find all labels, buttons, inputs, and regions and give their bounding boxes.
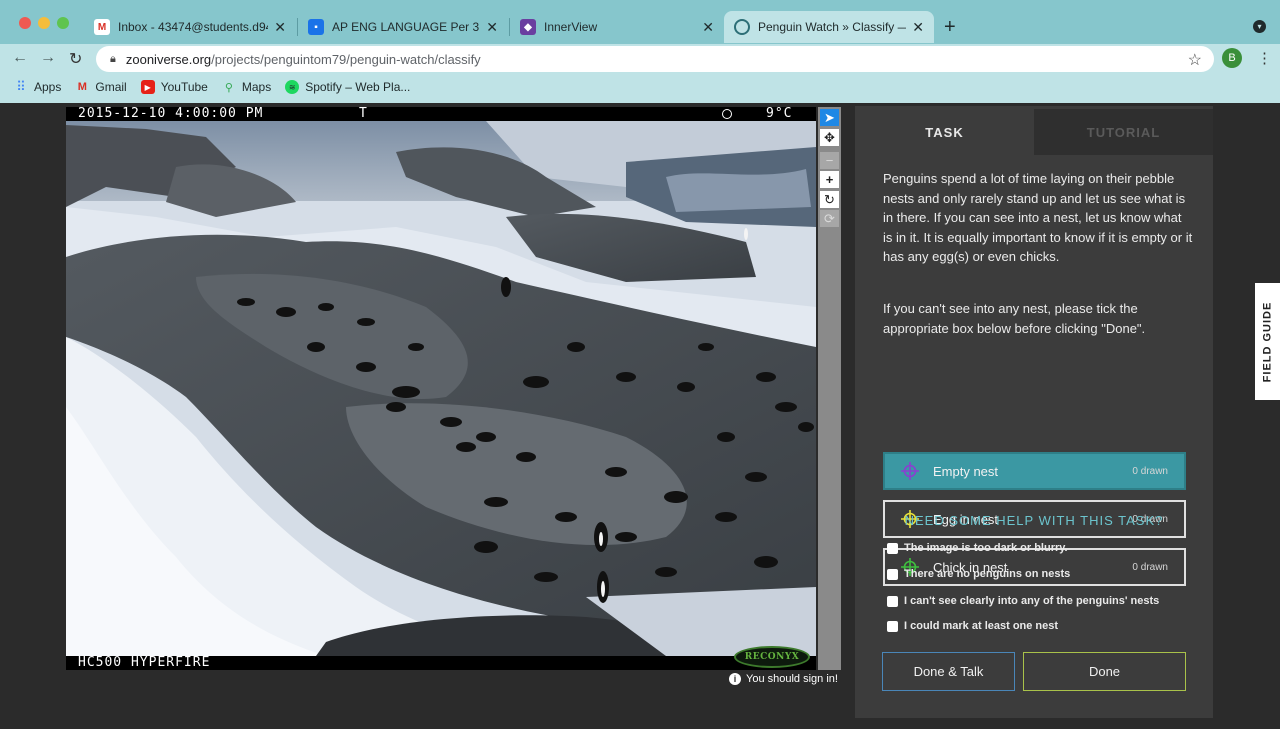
innerview-icon: ◆: [520, 19, 536, 35]
checkbox-marked-nest[interactable]: I could mark at least one nest: [887, 620, 1058, 632]
image-toolbar: ➤ ✥ − + ↻ ⟳: [818, 107, 841, 670]
field-guide-label: FIELD GUIDE: [1261, 301, 1274, 382]
bookmark-maps[interactable]: ⚲ Maps: [222, 80, 271, 94]
youtube-icon: ▶: [140, 80, 155, 94]
chrome-menu-dot-icon[interactable]: ▾: [1253, 20, 1266, 33]
crosshair-purple-icon: [901, 462, 919, 480]
address-bar[interactable]: 🔒︎ zooniverse.org/projects/penguintom79/…: [96, 46, 1214, 72]
bookmark-label: Gmail: [95, 80, 127, 94]
bookmark-youtube[interactable]: ▶ YouTube: [140, 80, 208, 94]
browser-tab-gmail[interactable]: M Inbox - 43474@students.d94. ✕: [84, 11, 296, 43]
thermometer-mark: T: [359, 107, 368, 121]
capture-temperature: 9°C: [766, 107, 793, 121]
url-host: zooniverse.org: [125, 51, 212, 67]
close-icon[interactable]: ✕: [274, 19, 286, 36]
zoom-in-icon[interactable]: +: [820, 171, 839, 188]
choice-count: 0 drawn: [1132, 561, 1168, 573]
spotify-icon: ≋: [285, 80, 300, 94]
checkbox[interactable]: [887, 620, 898, 632]
checkbox[interactable]: [887, 595, 898, 607]
checkbox-no-penguins[interactable]: There are no penguins on nests: [887, 568, 1070, 580]
bookmark-spotify[interactable]: ≋ Spotify – Web Pla...: [285, 80, 410, 94]
tab-title: Penguin Watch » Classify — Zo: [758, 20, 906, 34]
checkbox[interactable]: [887, 568, 898, 580]
checkbox-label: I could mark at least one nest: [904, 620, 1059, 632]
gmail-icon: M: [94, 19, 110, 35]
bookmarks-bar: ⠿ Apps M Gmail ▶ YouTube ⚲ Maps ≋ Spotif…: [0, 76, 410, 98]
reload-icon[interactable]: ↻: [69, 49, 82, 69]
camera-model-bar: HC500 HYPERFIRE: [66, 656, 816, 670]
close-icon[interactable]: ✕: [702, 19, 714, 36]
sign-in-text: You should sign in!: [746, 673, 838, 685]
done-and-talk-button[interactable]: Done & Talk: [882, 652, 1015, 691]
more-menu-icon[interactable]: ⋮: [1257, 49, 1272, 67]
close-icon[interactable]: ✕: [912, 19, 924, 36]
tab-strip: M Inbox - 43474@students.d94. ✕ ▪ AP ENG…: [0, 0, 1280, 44]
bookmark-label: Spotify – Web Pla...: [305, 80, 411, 94]
browser-tab-classroom[interactable]: ▪ AP ENG LANGUAGE Per 3 ✕: [298, 11, 508, 43]
browser-tab-innerview[interactable]: ◆ InnerView ✕: [510, 11, 724, 43]
lock-icon: 🔒︎: [110, 52, 116, 65]
choice-count: 0 drawn: [1132, 465, 1168, 477]
done-button[interactable]: Done: [1023, 652, 1186, 691]
tab-title: InnerView: [544, 20, 598, 34]
bookmark-apps[interactable]: ⠿ Apps: [14, 79, 62, 94]
classroom-icon: ▪: [308, 19, 324, 35]
checkbox-too-dark[interactable]: The image is too dark or blurry.: [887, 542, 1068, 554]
bookmark-label: Apps: [34, 80, 62, 94]
window-minimize-button[interactable]: [38, 17, 50, 29]
gmail-icon: M: [77, 81, 87, 93]
camera-info-bar: 2015-12-10 4:00:00 PM T 9°C: [66, 107, 816, 121]
new-tab-button[interactable]: +: [944, 16, 956, 39]
checkbox-label: The image is too dark or blurry.: [904, 542, 1068, 554]
url-path: /projects/penguintom79/penguin-watch/cla…: [211, 51, 481, 67]
apps-grid-icon: ⠿: [16, 79, 26, 94]
panel-tabs: TASK TUTORIAL: [855, 109, 1213, 155]
capture-datetime: 2015-12-10 4:00:00 PM: [78, 107, 264, 121]
checkbox-label: There are no penguins on nests: [904, 568, 1071, 580]
maps-icon: ⚲: [224, 81, 233, 94]
browser-tab-penguin-watch[interactable]: Penguin Watch » Classify — Zo ✕: [724, 11, 934, 43]
task-instructions: Penguins spend a lot of time laying on t…: [883, 171, 1193, 264]
task-panel: TASK TUTORIAL Penguins spend a lot of ti…: [855, 106, 1213, 718]
browser-chrome: M Inbox - 43474@students.d94. ✕ ▪ AP ENG…: [0, 0, 1280, 103]
field-guide-tab[interactable]: FIELD GUIDE: [1255, 283, 1280, 400]
bookmark-star-icon[interactable]: ☆: [1188, 50, 1202, 70]
rotate-icon[interactable]: ↻: [820, 191, 839, 208]
checkbox-label: I can't see clearly into any of the peng…: [904, 595, 1160, 607]
tab-task[interactable]: TASK: [855, 109, 1034, 155]
back-arrow-icon[interactable]: ←: [12, 49, 28, 67]
forward-arrow-icon[interactable]: →: [40, 49, 56, 67]
camera-model: HC500 HYPERFIRE: [78, 655, 211, 670]
choice-label: Empty nest: [933, 463, 999, 479]
task-instructions-secondary: If you can't see into any nest, please t…: [883, 301, 1146, 336]
tool-empty-nest[interactable]: Empty nest 0 drawn: [883, 452, 1186, 490]
close-icon[interactable]: ✕: [486, 19, 498, 36]
tab-tutorial[interactable]: TUTORIAL: [1034, 109, 1213, 155]
bookmark-gmail[interactable]: M Gmail: [75, 80, 127, 94]
subject-image[interactable]: 2015-12-10 4:00:00 PM T 9°C HC500 HYPERF…: [66, 107, 816, 670]
penguin-colony-photo: [66, 107, 816, 670]
bookmark-label: Maps: [241, 80, 272, 94]
zoom-out-icon[interactable]: −: [820, 152, 839, 169]
reset-icon[interactable]: ⟳: [820, 210, 839, 227]
sign-in-notice[interactable]: i You should sign in!: [729, 673, 838, 685]
checkbox-cant-see-nests[interactable]: I can't see clearly into any of the peng…: [887, 595, 1159, 607]
bookmark-label: YouTube: [160, 80, 208, 94]
help-heading: NEED SOME HELP WITH THIS TASK?: [904, 513, 1164, 528]
tab-title: Inbox - 43474@students.d94.: [118, 20, 269, 34]
tab-title: AP ENG LANGUAGE Per 3: [332, 20, 480, 34]
moon-phase-icon: [722, 109, 732, 119]
reconyx-logo: RECONYX: [734, 646, 810, 668]
classify-page: 2015-12-10 4:00:00 PM T 9°C HC500 HYPERF…: [0, 103, 1280, 729]
move-icon[interactable]: ✥: [820, 129, 839, 146]
window-zoom-button[interactable]: [57, 17, 69, 29]
checkbox[interactable]: [887, 542, 898, 554]
zooniverse-icon: [734, 19, 750, 35]
profile-avatar[interactable]: B: [1222, 48, 1242, 68]
window-close-button[interactable]: [19, 17, 31, 29]
pointer-icon[interactable]: ➤: [820, 109, 839, 126]
info-icon: i: [729, 673, 741, 685]
